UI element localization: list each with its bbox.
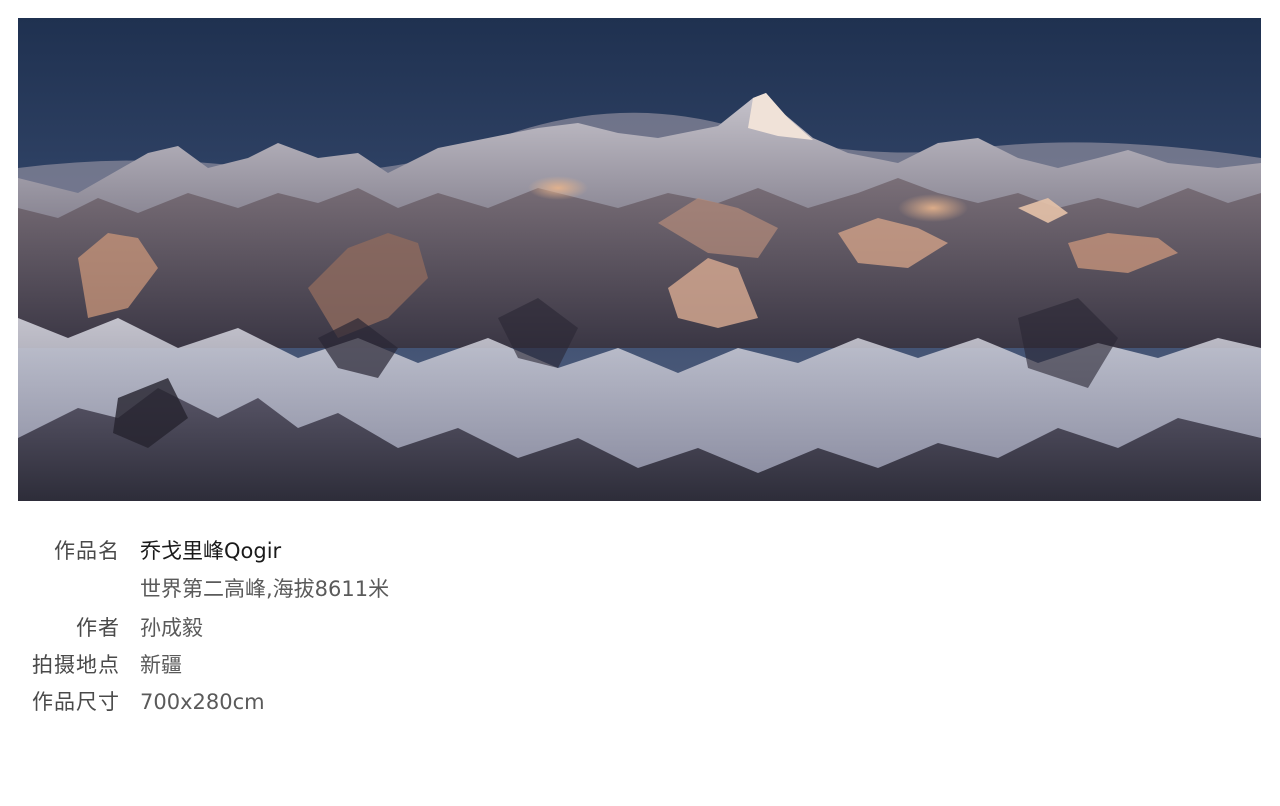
artwork-location: 新疆 xyxy=(140,653,182,677)
title-label: 作品名 xyxy=(54,539,120,563)
location-label: 拍摄地点 xyxy=(32,653,120,677)
artwork-author: 孙成毅 xyxy=(140,616,203,640)
panorama-image xyxy=(18,18,1261,501)
mountain-panorama-photo xyxy=(18,18,1261,501)
author-label: 作者 xyxy=(76,616,120,640)
size-label: 作品尺寸 xyxy=(32,690,120,714)
artwork-subtitle: 世界第二高峰,海拔8611米 xyxy=(140,577,390,601)
artwork-title: 乔戈里峰Qogir xyxy=(140,539,282,563)
artwork-size: 700x280cm xyxy=(140,690,265,714)
